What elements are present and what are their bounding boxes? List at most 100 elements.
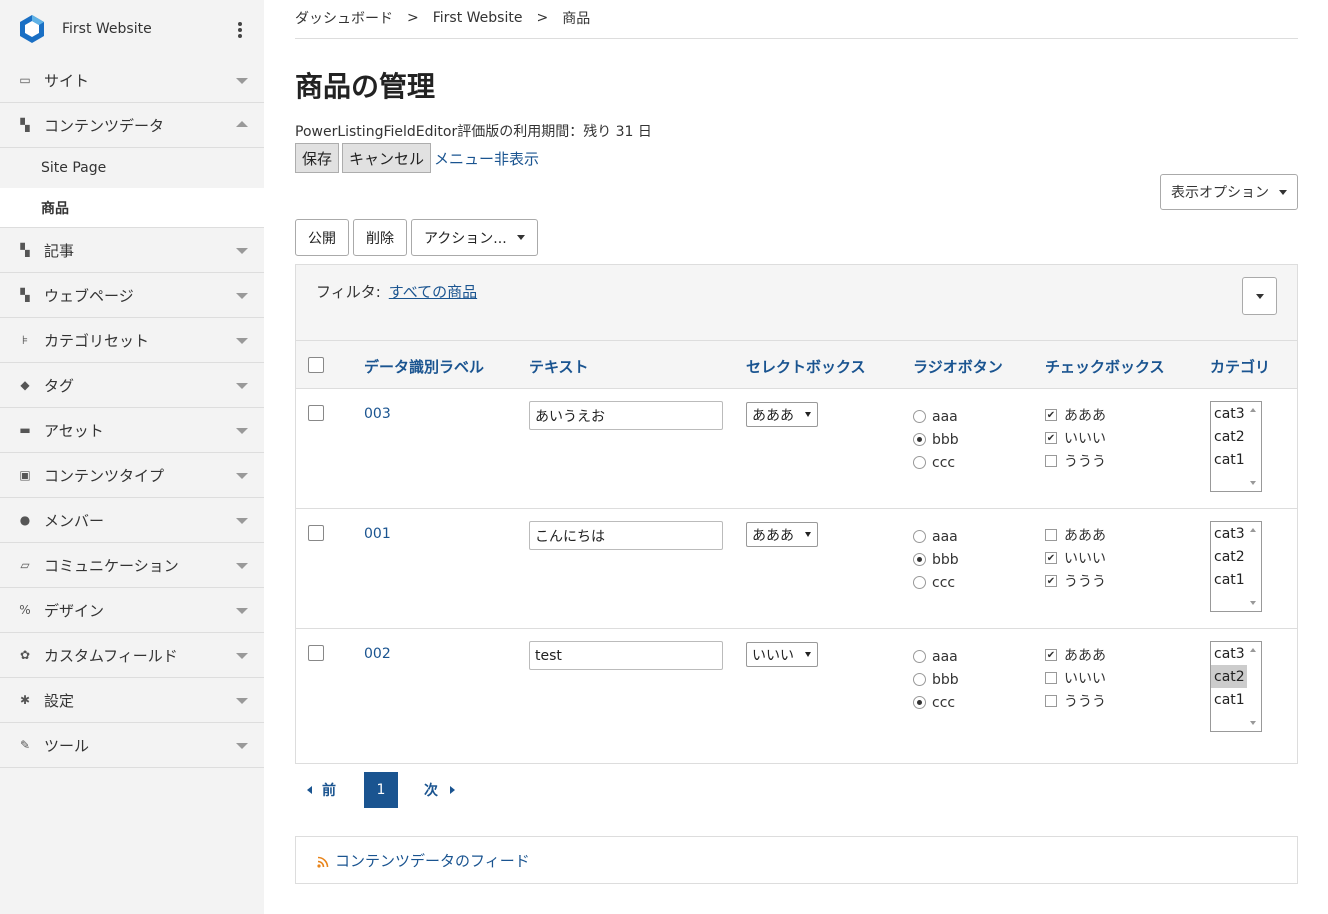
- text-input[interactable]: こんにちは: [529, 521, 723, 550]
- radio-option[interactable]: bbb: [913, 668, 959, 691]
- hide-menu-link[interactable]: メニュー非表示: [434, 148, 539, 169]
- checkbox[interactable]: ✔: [1045, 431, 1057, 444]
- radio-button[interactable]: [913, 553, 926, 566]
- row-label-link[interactable]: 002: [364, 646, 391, 662]
- radio-option[interactable]: aaa: [913, 645, 959, 668]
- category-option[interactable]: cat1: [1211, 448, 1247, 471]
- column-header-text[interactable]: テキスト: [529, 356, 589, 377]
- checkbox[interactable]: [1045, 694, 1057, 707]
- site-name[interactable]: First Website: [62, 21, 152, 37]
- scroll-up-icon[interactable]: [1250, 648, 1256, 652]
- category-option[interactable]: cat3: [1211, 642, 1247, 665]
- row-label-link[interactable]: 003: [364, 406, 391, 422]
- chevron-down-icon[interactable]: [236, 473, 248, 479]
- chevron-down-icon[interactable]: [236, 248, 248, 254]
- sidebar-item-1[interactable]: ▚ コンテンツデータ: [0, 103, 264, 148]
- category-option[interactable]: cat2: [1211, 425, 1247, 448]
- column-header-radio[interactable]: ラジオボタン: [913, 356, 1003, 377]
- row-checkbox[interactable]: [308, 645, 324, 661]
- checkbox-option[interactable]: ✔ いいい: [1045, 426, 1106, 449]
- sidebar-item-8[interactable]: ● メンバー: [0, 498, 264, 543]
- chevron-up-icon[interactable]: [236, 121, 248, 127]
- chevron-down-icon[interactable]: [236, 428, 248, 434]
- column-header-label[interactable]: データ識別ラベル: [364, 356, 484, 377]
- sidebar-item-10[interactable]: % デザイン: [0, 588, 264, 633]
- sidebar-subitem-1[interactable]: 商品: [0, 188, 264, 228]
- scrollbar[interactable]: [1246, 522, 1261, 611]
- column-header-checkbox[interactable]: チェックボックス: [1045, 356, 1165, 377]
- select-box[interactable]: あああ: [746, 522, 818, 547]
- checkbox[interactable]: [1045, 454, 1057, 467]
- actions-dropdown[interactable]: アクション...: [411, 219, 538, 256]
- kebab-menu-icon[interactable]: [238, 22, 242, 40]
- chevron-down-icon[interactable]: [236, 743, 248, 749]
- cancel-button[interactable]: キャンセル: [342, 143, 432, 173]
- category-option[interactable]: cat1: [1211, 568, 1247, 591]
- checkbox-option[interactable]: ううう: [1045, 689, 1106, 712]
- scroll-up-icon[interactable]: [1250, 528, 1256, 532]
- radio-option[interactable]: ccc: [913, 691, 959, 714]
- column-header-select[interactable]: セレクトボックス: [746, 356, 866, 377]
- chevron-down-icon[interactable]: [236, 563, 248, 569]
- next-page-button[interactable]: 次: [424, 780, 455, 800]
- chevron-down-icon[interactable]: [236, 383, 248, 389]
- radio-option[interactable]: aaa: [913, 525, 959, 548]
- text-input[interactable]: test: [529, 641, 723, 670]
- breadcrumb-site[interactable]: First Website: [433, 10, 523, 26]
- radio-option[interactable]: bbb: [913, 548, 959, 571]
- category-option[interactable]: cat1: [1211, 688, 1247, 711]
- sidebar-item-5[interactable]: ◆ タグ: [0, 363, 264, 408]
- checkbox-option[interactable]: ✔ あああ: [1045, 643, 1106, 666]
- checkbox[interactable]: ✔: [1045, 408, 1057, 421]
- category-option[interactable]: cat2: [1211, 545, 1247, 568]
- checkbox-option[interactable]: ううう: [1045, 449, 1106, 472]
- radio-button[interactable]: [913, 650, 926, 663]
- row-label-link[interactable]: 001: [364, 526, 391, 542]
- prev-page-button[interactable]: 前: [295, 780, 336, 800]
- scroll-down-icon[interactable]: [1250, 481, 1256, 485]
- radio-button[interactable]: [913, 696, 926, 709]
- category-multiselect[interactable]: cat3 cat2 cat1: [1210, 641, 1262, 732]
- sidebar-item-0[interactable]: ▭ サイト: [0, 58, 264, 103]
- checkbox[interactable]: ✔: [1045, 551, 1057, 564]
- select-box[interactable]: いいい: [746, 642, 818, 667]
- sidebar-item-9[interactable]: ▱ コミュニケーション: [0, 543, 264, 588]
- radio-button[interactable]: [913, 433, 926, 446]
- checkbox-option[interactable]: あああ: [1045, 523, 1106, 546]
- radio-button[interactable]: [913, 673, 926, 686]
- select-all-checkbox[interactable]: [308, 357, 324, 373]
- scrollbar[interactable]: [1246, 642, 1261, 731]
- radio-option[interactable]: ccc: [913, 571, 959, 594]
- category-multiselect[interactable]: cat3 cat2 cat1: [1210, 401, 1262, 492]
- radio-option[interactable]: ccc: [913, 451, 959, 474]
- checkbox[interactable]: [1045, 671, 1057, 684]
- select-box[interactable]: あああ: [746, 402, 818, 427]
- publish-button[interactable]: 公開: [295, 219, 349, 256]
- radio-button[interactable]: [913, 576, 926, 589]
- sidebar-subitem-0[interactable]: Site Page: [0, 148, 264, 188]
- radio-option[interactable]: bbb: [913, 428, 959, 451]
- sidebar-item-4[interactable]: ⊧ カテゴリセット: [0, 318, 264, 363]
- filter-dropdown-button[interactable]: [1242, 277, 1277, 315]
- row-checkbox[interactable]: [308, 525, 324, 541]
- save-button[interactable]: 保存: [295, 143, 340, 173]
- sidebar-item-7[interactable]: ▣ コンテンツタイプ: [0, 453, 264, 498]
- checkbox[interactable]: ✔: [1045, 648, 1057, 661]
- sidebar-item-12[interactable]: ✱ 設定: [0, 678, 264, 723]
- checkbox-option[interactable]: ✔ ううう: [1045, 569, 1106, 592]
- radio-button[interactable]: [913, 456, 926, 469]
- scrollbar[interactable]: [1246, 402, 1261, 491]
- sidebar-item-3[interactable]: ▚ ウェブページ: [0, 273, 264, 318]
- filter-link[interactable]: すべての商品: [389, 283, 477, 301]
- scroll-down-icon[interactable]: [1250, 721, 1256, 725]
- delete-button[interactable]: 削除: [353, 219, 407, 256]
- chevron-down-icon[interactable]: [236, 653, 248, 659]
- category-option[interactable]: cat3: [1211, 402, 1247, 425]
- category-option[interactable]: cat2: [1211, 665, 1247, 688]
- chevron-down-icon[interactable]: [236, 78, 248, 84]
- radio-button[interactable]: [913, 410, 926, 423]
- category-multiselect[interactable]: cat3 cat2 cat1: [1210, 521, 1262, 612]
- scroll-up-icon[interactable]: [1250, 408, 1256, 412]
- scroll-down-icon[interactable]: [1250, 601, 1256, 605]
- chevron-down-icon[interactable]: [236, 293, 248, 299]
